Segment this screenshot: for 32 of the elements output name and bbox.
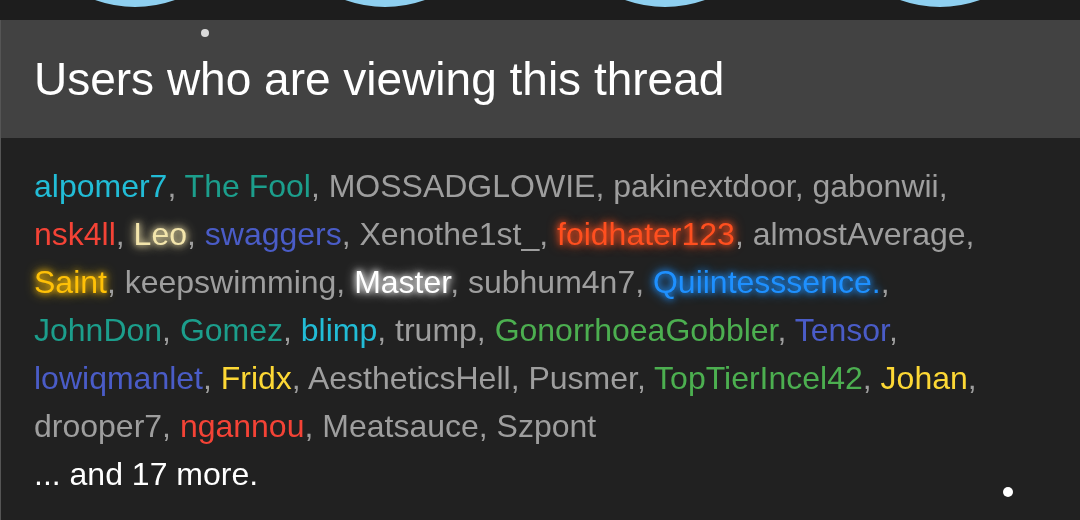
username-link[interactable]: Master xyxy=(354,264,451,300)
username-link[interactable]: subhum4n7 xyxy=(467,264,636,300)
username-link[interactable]: drooper7 xyxy=(34,408,163,444)
username-link[interactable]: Pusmer xyxy=(528,360,637,396)
username-link[interactable]: pakinextdoor xyxy=(613,168,795,204)
panel-title: Users who are viewing this thread xyxy=(34,51,725,107)
username-link[interactable]: blimp xyxy=(300,312,378,348)
username-link[interactable]: foidhater123 xyxy=(557,216,735,252)
username-link[interactable]: MOSSADGLOWIE xyxy=(328,168,596,204)
username-link[interactable]: Saint xyxy=(34,264,107,300)
username-link[interactable]: trump xyxy=(395,312,477,348)
username-link[interactable]: Quiintesssence. xyxy=(652,264,881,300)
username-link[interactable]: Leo xyxy=(133,216,187,252)
username-link[interactable]: Gomez xyxy=(179,312,283,348)
username-link[interactable]: keepswimming xyxy=(124,264,337,300)
more-users-text: ... and 17 more. xyxy=(34,455,259,494)
username-link[interactable]: AestheticsHell xyxy=(307,360,511,396)
username-link[interactable]: Fridx xyxy=(220,360,292,396)
username-link[interactable]: The Fool xyxy=(184,168,311,204)
username-link[interactable]: Meatsauce xyxy=(322,408,479,444)
username-link[interactable]: Xenothe1st_ xyxy=(359,216,540,252)
user-list: alpomer7, The Fool, MOSSADGLOWIE, pakinextdoor, gabonwii, nsk4ll, Leo, swaggers, Xenothe1st_, foidhater123, almostAverage, Saint, keepswimming, Master, subhum4n7, Quiintesssence., JohnDon, Gomez, blimp, trump, GonorrhoeaGobbler, Tensor, lowiqmanlet, Fridx, AestheticsHell, Pusmer, TopTierIncel42, Johan, drooper7, ngannou, Meatsauce, Szpont xyxy=(34,162,977,450)
username-link[interactable]: gabonwii xyxy=(812,168,939,204)
username-link[interactable]: GonorrhoeaGobbler xyxy=(494,312,778,348)
username-link[interactable]: alpomer7 xyxy=(34,168,168,204)
username-link[interactable]: almostAverage xyxy=(752,216,966,252)
username-link[interactable]: ngannou xyxy=(179,408,305,444)
username-link[interactable]: Szpont xyxy=(496,408,597,444)
username-link[interactable]: nsk4ll xyxy=(34,216,116,252)
username-link[interactable]: TopTierIncel42 xyxy=(654,360,863,396)
username-link[interactable]: Johan xyxy=(880,360,968,396)
username-link[interactable]: JohnDon xyxy=(34,312,163,348)
